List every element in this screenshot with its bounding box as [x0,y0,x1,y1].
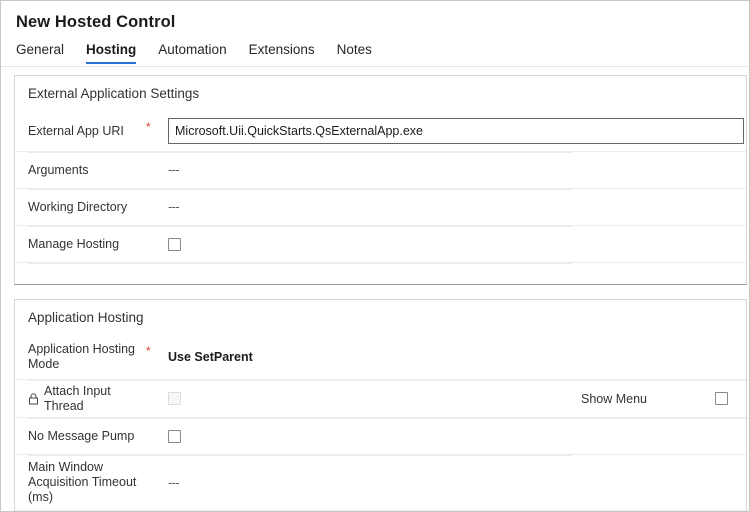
field-label-main-window-acquisition-timeout: Main Window Acquisition Timeout (ms) [28,460,146,505]
tab-notes[interactable]: Notes [326,41,383,64]
no-message-pump-checkbox[interactable] [168,429,181,443]
required-indicator-main-window-acquisition-timeout [146,455,168,466]
tab-automation[interactable]: Automation [147,41,237,64]
tab-strip: General Hosting Automation Extensions No… [15,41,749,64]
field-row-external-app-uri: External App URI * [15,111,746,151]
row-divider [28,418,749,419]
row-divider [28,226,572,227]
field-label-text: Main Window Acquisition Timeout (ms) [28,460,137,504]
main-window-acquisition-timeout-value[interactable]: --- [168,475,180,491]
field-row-arguments: Arguments --- [15,151,746,188]
working-directory-value[interactable]: --- [168,199,180,215]
field-label-manage-hosting: Manage Hosting [28,237,146,252]
row-divider [28,263,572,264]
field-label-text: Working Directory [28,199,128,214]
page-title: New Hosted Control [16,13,176,31]
form-body: External Application Settings External A… [1,67,749,511]
field-label-application-hosting-mode: Application Hosting Mode [28,342,146,372]
row-divider [28,455,572,456]
external-app-uri-input[interactable] [168,118,744,144]
section-application-hosting: Application Hosting Application Hosting … [14,299,749,511]
section-external-application-settings: External Application Settings External A… [14,75,747,285]
field-label-external-app-uri: External App URI [28,124,146,139]
field-label-show-menu: Show Menu [581,391,648,406]
section-title: Application Hosting [28,310,144,325]
field-label-text: Application Hosting Mode [28,342,136,371]
required-indicator-attach-input-thread [146,380,168,391]
field-label-attach-input-thread: Attach Input Thread [28,384,146,414]
attach-input-thread-checkbox [168,392,181,405]
required-indicator-manage-hosting [146,226,168,237]
field-label-text: Manage Hosting [28,236,120,251]
show-menu-checkbox-cell [715,380,728,417]
lock-icon [28,392,39,405]
tab-extensions[interactable]: Extensions [238,41,326,64]
required-indicator-external-app-uri: * [146,120,151,134]
field-row-no-message-pump: No Message Pump [15,417,749,454]
field-row-show-menu: Show Menu [581,380,647,417]
show-menu-checkbox[interactable] [715,392,728,405]
field-label-text: No Message Pump [28,428,135,443]
tab-hosting[interactable]: Hosting [75,41,147,64]
section-bottom-spacer [15,262,746,284]
field-row-working-directory: Working Directory --- [15,188,746,225]
arguments-value[interactable]: --- [168,162,180,178]
required-indicator-no-message-pump [146,418,168,429]
field-label-working-directory: Working Directory [28,200,146,215]
field-row-attach-input-thread: Attach Input Thread Show Menu [15,379,749,417]
application-hosting-mode-value[interactable]: Use SetParent [168,349,253,365]
required-indicator-arguments [146,152,168,163]
manage-hosting-checkbox[interactable] [168,237,181,251]
field-label-arguments: Arguments [28,163,146,178]
field-label-text: External App URI [28,123,124,138]
field-row-manage-hosting: Manage Hosting [15,225,746,262]
field-label-text: Attach Input Thread [44,383,111,413]
field-label-no-message-pump: No Message Pump [28,429,146,444]
field-row-main-window-acquisition-timeout: Main Window Acquisition Timeout (ms) --- [15,454,746,510]
section-title: External Application Settings [28,86,200,101]
row-divider [28,189,572,190]
required-indicator-application-hosting-mode: * [146,344,151,358]
hosted-control-form-window: New Hosted Control General Hosting Autom… [0,0,750,512]
field-label-text: Arguments [28,162,89,177]
field-row-application-hosting-mode: Application Hosting Mode * Use SetParent [15,335,746,379]
row-divider [28,152,572,153]
tab-general[interactable]: General [16,41,75,64]
required-indicator-working-directory [146,189,168,200]
form-header: New Hosted Control General Hosting Autom… [1,1,749,64]
